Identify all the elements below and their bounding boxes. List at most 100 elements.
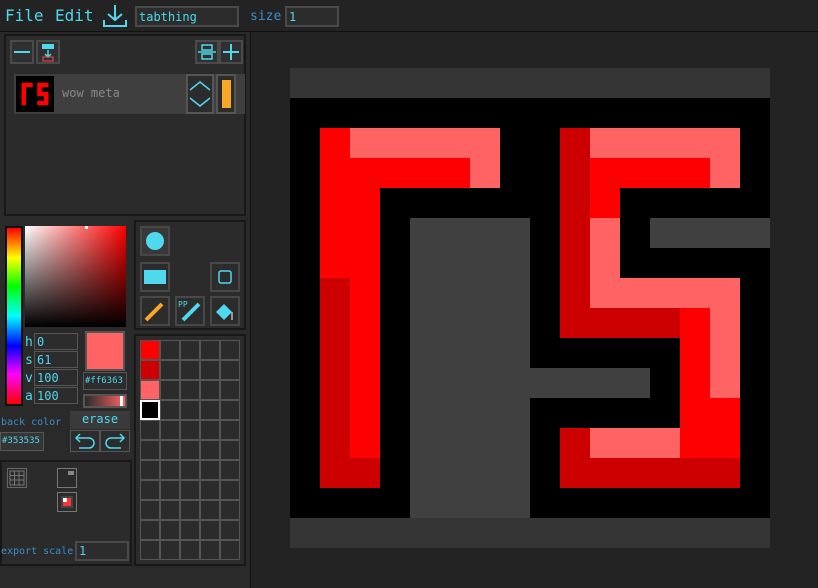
palette-swatch[interactable] xyxy=(140,400,160,420)
palette-swatch[interactable] xyxy=(200,420,220,440)
palette-swatch[interactable] xyxy=(200,440,220,460)
edit-menu[interactable]: Edit xyxy=(55,6,94,25)
pixel-block xyxy=(350,458,380,488)
current-color-swatch[interactable] xyxy=(85,331,125,371)
palette-swatch[interactable] xyxy=(140,500,160,520)
palette-swatch[interactable] xyxy=(200,540,220,560)
palette-swatch[interactable] xyxy=(140,440,160,460)
palette-swatch[interactable] xyxy=(220,400,240,420)
download-icon[interactable] xyxy=(101,3,129,29)
palette-swatch[interactable] xyxy=(220,500,240,520)
palette-swatch[interactable] xyxy=(180,360,200,380)
alpha-handle[interactable] xyxy=(120,396,123,406)
palette-swatch[interactable] xyxy=(200,520,220,540)
square-brush-tool[interactable] xyxy=(140,262,170,292)
palette-swatch[interactable] xyxy=(220,420,240,440)
palette-swatch[interactable] xyxy=(220,460,240,480)
palette-swatch[interactable] xyxy=(200,480,220,500)
back-color-swatch[interactable]: #353535 xyxy=(0,432,44,451)
palette-swatch[interactable] xyxy=(140,340,160,360)
palette-swatch[interactable] xyxy=(140,360,160,380)
file-menu[interactable]: File xyxy=(5,6,44,25)
palette-swatch[interactable] xyxy=(140,480,160,500)
palette-swatch[interactable] xyxy=(220,440,240,460)
pixel-block xyxy=(350,128,500,158)
palette-swatch[interactable] xyxy=(180,540,200,560)
export-scale-input[interactable] xyxy=(75,541,129,561)
pixel-block xyxy=(350,158,380,458)
paint-bucket-tool[interactable] xyxy=(210,296,240,326)
palette-swatch[interactable] xyxy=(160,400,180,420)
add-layer-button[interactable] xyxy=(219,40,243,64)
palette-swatch[interactable] xyxy=(160,480,180,500)
palette-swatch[interactable] xyxy=(180,340,200,360)
pixel-block xyxy=(530,368,650,398)
current-color-hex[interactable]: #ff6363 xyxy=(83,372,127,390)
pixel-block xyxy=(680,308,710,458)
project-name-input[interactable] xyxy=(135,6,239,27)
palette-swatch[interactable] xyxy=(200,500,220,520)
palette-swatch[interactable] xyxy=(220,540,240,560)
merge-down-button[interactable] xyxy=(36,40,60,64)
layer-toggle[interactable] xyxy=(57,468,77,488)
palette-swatch[interactable] xyxy=(140,520,160,540)
alpha-slider[interactable] xyxy=(83,394,127,408)
palette-swatch[interactable] xyxy=(180,520,200,540)
swap-layers-button[interactable] xyxy=(195,40,219,64)
palette-swatch[interactable] xyxy=(160,460,180,480)
layer-move-button[interactable] xyxy=(186,74,214,114)
palette-swatch[interactable] xyxy=(180,460,200,480)
palette-swatch[interactable] xyxy=(180,420,200,440)
palette-swatch[interactable] xyxy=(140,540,160,560)
canvas-bottom-border xyxy=(290,518,770,548)
palette-swatch[interactable] xyxy=(140,420,160,440)
palette-swatch[interactable] xyxy=(180,400,200,420)
palette-swatch[interactable] xyxy=(200,400,220,420)
saturation-value-picker[interactable] xyxy=(25,226,126,327)
layer-visibility-toggle[interactable] xyxy=(216,74,236,114)
palette-swatch[interactable] xyxy=(180,500,200,520)
palette-swatch[interactable] xyxy=(220,480,240,500)
palette-swatch[interactable] xyxy=(160,440,180,460)
palette-swatch[interactable] xyxy=(160,360,180,380)
palette-swatch[interactable] xyxy=(160,500,180,520)
hue-slider[interactable] xyxy=(5,226,23,406)
palette-swatch[interactable] xyxy=(160,540,180,560)
small-square-brush-tool[interactable] xyxy=(210,262,240,292)
palette-swatch[interactable] xyxy=(180,380,200,400)
alpha-input[interactable] xyxy=(34,387,78,404)
palette-swatch[interactable] xyxy=(220,340,240,360)
palette-swatch[interactable] xyxy=(180,480,200,500)
palette-swatch[interactable] xyxy=(160,520,180,540)
circle-brush-tool[interactable] xyxy=(140,226,170,256)
hue-input[interactable] xyxy=(34,333,78,350)
palette-swatch[interactable] xyxy=(180,440,200,460)
pixel-block xyxy=(590,158,710,188)
erase-button[interactable]: erase xyxy=(70,411,130,429)
redo-button[interactable] xyxy=(100,430,130,452)
palette-swatch[interactable] xyxy=(200,340,220,360)
drawing-canvas[interactable] xyxy=(290,68,770,548)
size-input[interactable] xyxy=(285,6,339,27)
palette-swatch[interactable] xyxy=(220,380,240,400)
palette-swatch[interactable] xyxy=(200,360,220,380)
color-preview-toggle[interactable] xyxy=(57,492,77,512)
palette-swatch[interactable] xyxy=(160,420,180,440)
palette-swatch[interactable] xyxy=(200,460,220,480)
palette-swatch[interactable] xyxy=(220,520,240,540)
palette-swatch[interactable] xyxy=(160,380,180,400)
pencil-tool[interactable] xyxy=(140,296,170,326)
saturation-input[interactable] xyxy=(34,351,78,368)
undo-button[interactable] xyxy=(70,430,100,452)
redo-icon xyxy=(105,433,126,449)
palette-swatch[interactable] xyxy=(140,460,160,480)
value-input[interactable] xyxy=(34,369,78,386)
remove-layer-button[interactable] xyxy=(10,40,34,64)
layer-item[interactable]: wow meta xyxy=(14,74,245,114)
palette-swatch[interactable] xyxy=(200,380,220,400)
palette-swatch[interactable] xyxy=(220,360,240,380)
pixel-perfect-tool[interactable]: PP xyxy=(175,296,205,326)
grid-toggle[interactable] xyxy=(7,468,27,488)
palette-swatch[interactable] xyxy=(160,340,180,360)
palette-swatch[interactable] xyxy=(140,380,160,400)
